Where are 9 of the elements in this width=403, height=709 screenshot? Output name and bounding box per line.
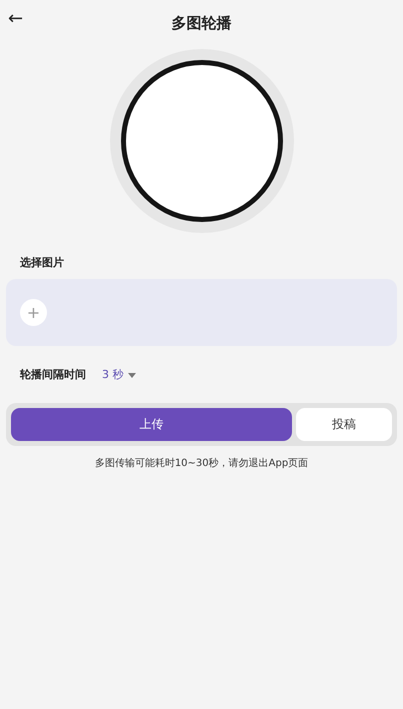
- page-title: 多图轮播: [172, 13, 232, 34]
- hint-text: 多图传输可能耗时10~30秒，请勿退出App页面: [94, 458, 308, 468]
- caret-icon: [128, 372, 136, 378]
- upload-button[interactable]: 上传: [11, 408, 292, 440]
- interval-dropdown[interactable]: 3 秒: [102, 367, 124, 384]
- back-button[interactable]: ←: [6, 8, 26, 30]
- interval-label: 轮播间隔时间: [20, 367, 86, 383]
- submit-button[interactable]: 投稿: [296, 408, 392, 440]
- section-label: 选择图片: [20, 256, 64, 269]
